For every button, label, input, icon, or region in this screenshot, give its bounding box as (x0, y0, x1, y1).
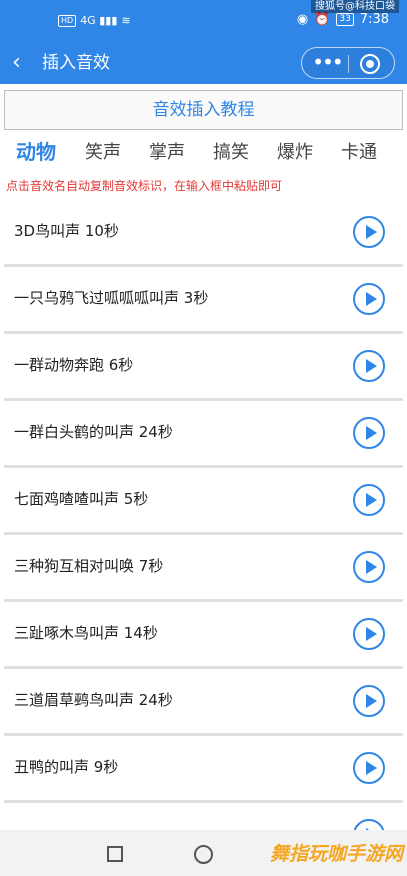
clock-time: 7:38 (359, 12, 389, 27)
list-item[interactable]: 一群白头鹤的叫声 24秒 (0, 401, 407, 468)
tab-explosion[interactable]: 爆炸 (277, 140, 313, 166)
status-left: HD 4G ▮▮▮ ≋ (58, 14, 131, 27)
battery-icon: 33 (336, 13, 354, 26)
play-icon[interactable] (353, 484, 385, 516)
sound-title[interactable]: 3D鸟叫声 10秒 (14, 220, 119, 242)
category-tabs: 动物 笑声 掌声 搞笑 爆炸 卡通 (0, 138, 407, 170)
chevron-left-icon[interactable]: ‹ (12, 50, 21, 76)
system-nav-bar: 舞指玩咖手游网 (0, 830, 407, 876)
play-icon[interactable] (353, 216, 385, 248)
sound-title[interactable]: 七面鸡喳喳叫声 5秒 (14, 488, 148, 510)
recent-apps-icon[interactable] (107, 846, 123, 862)
sound-title[interactable]: 三道眉草鹀鸟叫声 24秒 (14, 689, 173, 711)
sound-title[interactable]: 三种狗互相对叫唤 7秒 (14, 555, 163, 577)
eye-icon: ◉ (296, 12, 309, 27)
list-item[interactable]: 3D鸟叫声 10秒 (0, 200, 407, 267)
list-item[interactable]: 丑鸭的叫声 9秒 (0, 736, 407, 803)
list-item[interactable]: 一只乌鸦飞过呱呱呱叫声 3秒 (0, 267, 407, 334)
sound-title[interactable]: 一只乌鸦飞过呱呱呱叫声 3秒 (14, 287, 208, 309)
play-icon[interactable] (353, 350, 385, 382)
list-item[interactable]: 三道眉草鹀鸟叫声 24秒 (0, 669, 407, 736)
play-icon[interactable] (353, 819, 385, 830)
miniprogram-capsule: ••• (301, 47, 395, 79)
watermark-top: 搜狐号@科技口袋 (311, 0, 399, 13)
sound-title[interactable]: 三趾啄木鸟叫声 14秒 (14, 622, 158, 644)
hd-badge: HD (58, 14, 77, 27)
play-icon[interactable] (353, 685, 385, 717)
watermark-bottom: 舞指玩咖手游网 (269, 843, 403, 865)
play-icon[interactable] (353, 618, 385, 650)
sound-title[interactable]: 一群白头鹤的叫声 24秒 (14, 421, 173, 443)
tab-funny[interactable]: 搞笑 (213, 140, 249, 166)
home-icon[interactable] (194, 845, 213, 864)
list-item[interactable] (0, 803, 407, 830)
wifi-icon: ≋ (121, 14, 131, 27)
list-item[interactable]: 三种狗互相对叫唤 7秒 (0, 535, 407, 602)
more-dots-icon[interactable]: ••• (312, 51, 343, 75)
play-icon[interactable] (353, 417, 385, 449)
target-close-icon[interactable] (360, 54, 380, 74)
tab-cartoon[interactable]: 卡通 (341, 140, 377, 166)
capsule-divider (348, 55, 349, 73)
tab-laughter[interactable]: 笑声 (85, 140, 121, 166)
nav-bar: ‹ 插入音效 ••• (0, 44, 407, 84)
tab-animals[interactable]: 动物 (16, 139, 56, 165)
list-item[interactable]: 三趾啄木鸟叫声 14秒 (0, 602, 407, 669)
status-bar: HD 4G ▮▮▮ ≋ ◉ ⏰ 33 7:38 搜狐号@科技口袋 (0, 0, 407, 44)
hint-text: 点击音效名自动复制音效标识，在输入框中粘贴即可 (6, 179, 283, 193)
sound-title[interactable]: 丑鸭的叫声 9秒 (14, 756, 118, 778)
status-right: ◉ ⏰ 33 7:38 (297, 12, 389, 27)
play-icon[interactable] (353, 752, 385, 784)
page-title: 插入音效 (42, 53, 110, 73)
tutorial-button[interactable]: 音效插入教程 (4, 90, 403, 130)
play-icon[interactable] (353, 551, 385, 583)
list-item[interactable]: 一群动物奔跑 6秒 (0, 334, 407, 401)
list-item[interactable]: 七面鸡喳喳叫声 5秒 (0, 468, 407, 535)
main-content: 音效插入教程 动物 笑声 掌声 搞笑 爆炸 卡通 点击音效名自动复制音效标识，在… (0, 84, 407, 830)
signal-icon: 4G ▮▮▮ (80, 14, 118, 27)
alarm-icon: ⏰ (314, 12, 331, 27)
tab-applause[interactable]: 掌声 (149, 140, 185, 166)
play-icon[interactable] (353, 283, 385, 315)
sound-title[interactable]: 一群动物奔跑 6秒 (14, 354, 133, 376)
